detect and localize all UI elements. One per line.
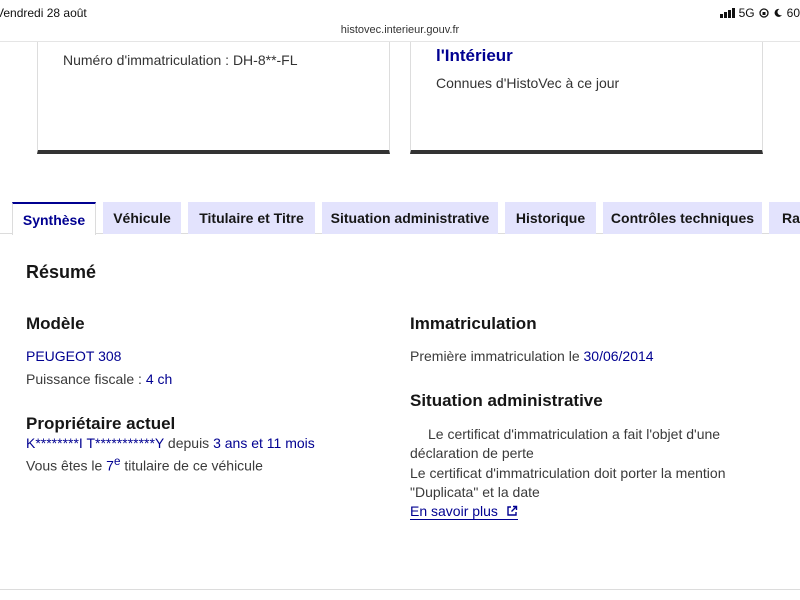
signal-icon: [719, 8, 735, 18]
owner-heading: Propriétaire actuel: [26, 414, 176, 433]
card-subtitle: Connues d'HistoVec à ce jour: [436, 75, 620, 91]
vehicle-card: Numéro d'immatriculation : DH-8**-FL: [37, 42, 390, 154]
divider: [0, 589, 800, 590]
registration-heading: Immatriculation: [410, 314, 537, 333]
info-card: l'Intérieur Connues d'HistoVec à ce jour: [410, 42, 763, 154]
orientation-lock-icon: [758, 8, 769, 18]
rank-prefix: Vous êtes le: [26, 457, 107, 474]
admin-line-3: Le certificat d'immatriculation doit por…: [410, 465, 726, 481]
card-title: l'Intérieur: [436, 46, 513, 65]
fiscal-power-label: Puissance fiscale :: [26, 371, 146, 387]
tab-titulaire[interactable]: Titulaire et Titre: [188, 202, 315, 234]
learn-more-link[interactable]: En savoir plus: [410, 503, 518, 520]
owner-name: K********I T***********Y: [26, 435, 165, 451]
status-date: Vendredi 28 août: [0, 6, 87, 20]
model-name: PEUGEOT 308: [26, 348, 122, 364]
admin-heading: Situation administrative: [410, 391, 603, 410]
owner-rank: Vous êtes le 7e titulaire de ce véhicule: [26, 455, 263, 474]
first-registration: Première immatriculation le 30/06/2014: [410, 348, 654, 364]
moon-icon: [774, 8, 782, 17]
tab-situation[interactable]: Situation administrative: [322, 202, 498, 234]
rank-suffix: titulaire de ce véhicule: [120, 457, 263, 474]
plate-number: Numéro d'immatriculation : DH-8**-FL: [63, 52, 298, 68]
first-registration-label: Première immatriculation le: [410, 348, 584, 364]
tab-vehicule[interactable]: Véhicule: [103, 202, 181, 234]
status-bar: Vendredi 28 août 5G 60: [0, 0, 800, 22]
summary-heading: Résumé: [26, 262, 97, 282]
tab-rapport[interactable]: Rap: [769, 202, 800, 234]
fiscal-power: Puissance fiscale : 4 ch: [26, 371, 172, 387]
tab-synthese[interactable]: Synthèse: [12, 202, 96, 235]
network-label: 5G: [738, 6, 755, 20]
owner-since-label: depuis: [164, 435, 214, 451]
fiscal-power-value: 4 ch: [145, 371, 173, 387]
admin-line-4: "Duplicata" et la date: [410, 484, 540, 500]
url-bar[interactable]: histovec.interieur.gouv.fr: [0, 24, 800, 36]
rank-value: 7: [106, 457, 114, 474]
model-heading: Modèle: [26, 314, 85, 333]
admin-line-2: déclaration de perte: [410, 445, 534, 461]
tab-historique[interactable]: Historique: [505, 202, 596, 234]
first-registration-date: 30/06/2014: [583, 348, 654, 364]
tab-controles[interactable]: Contrôles techniques: [603, 202, 762, 234]
admin-line-1: Le certificat d'immatriculation a fait l…: [428, 426, 721, 442]
battery-level: 60: [786, 6, 800, 20]
owner-line: K********I T***********Y depuis 3 ans et…: [26, 435, 315, 451]
status-indicators: 5G 60: [719, 6, 800, 20]
learn-more-label: En savoir plus: [410, 503, 498, 519]
owner-since-value: 3 ans et 11 mois: [213, 435, 315, 451]
external-link-icon: [507, 505, 518, 516]
